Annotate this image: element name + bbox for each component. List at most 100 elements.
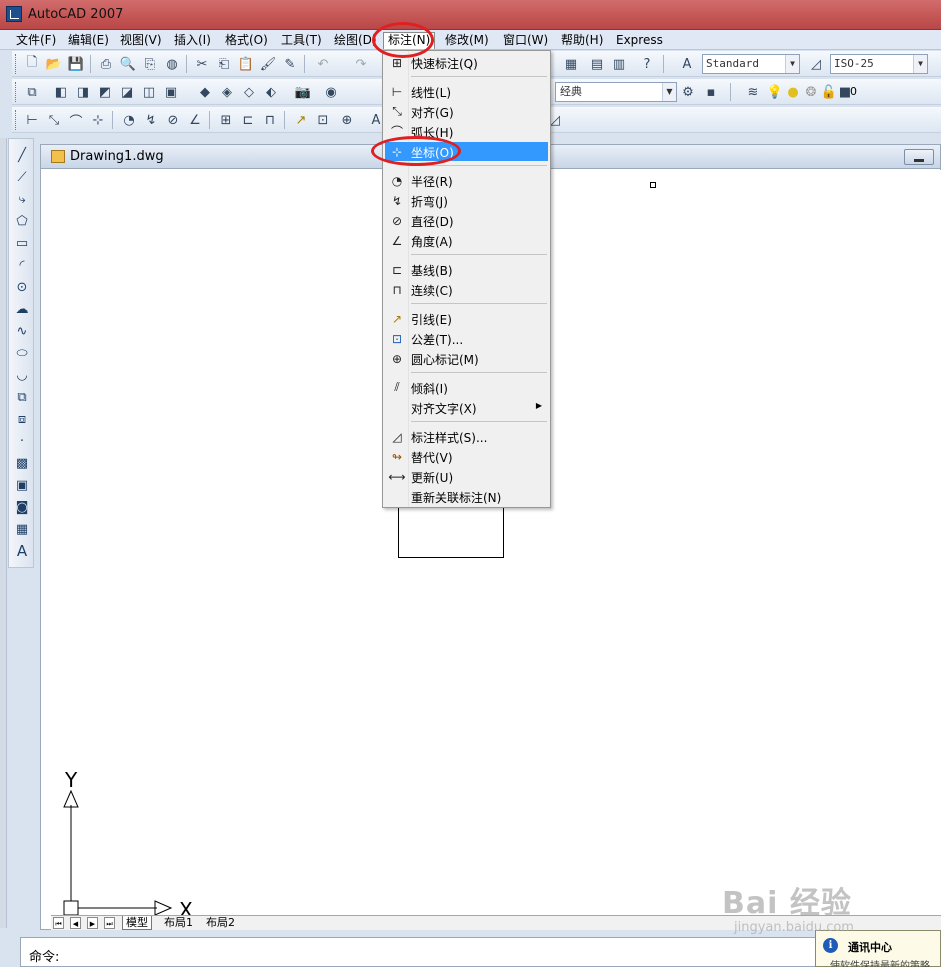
last-tab-icon[interactable]: ⏭ xyxy=(104,917,115,929)
menu-view[interactable]: 视图(V) xyxy=(116,32,166,49)
undo-icon[interactable]: ↶ xyxy=(314,55,332,73)
se-iso-icon[interactable]: ◈ xyxy=(218,83,236,101)
help-icon[interactable]: ? xyxy=(638,55,656,73)
menu-item-override[interactable]: ↬ 替代(V) xyxy=(385,447,548,466)
layer-freeze-icon[interactable]: ● xyxy=(784,83,802,101)
construction-line-icon[interactable]: ⟋ xyxy=(12,167,32,187)
tolerance-dim-icon[interactable]: ⊡ xyxy=(314,111,332,129)
angular-dim-icon[interactable]: ∠ xyxy=(186,111,204,129)
menu-edit[interactable]: 编辑(E) xyxy=(64,32,113,49)
rectangle-icon[interactable]: ▭ xyxy=(12,233,32,253)
workspace-select[interactable]: 经典 ▼ xyxy=(555,82,677,102)
ne-iso-icon[interactable]: ◇ xyxy=(240,83,258,101)
leader-dim-icon[interactable]: ↗ xyxy=(292,111,310,129)
menu-draw[interactable]: 绘图(D) xyxy=(330,32,381,49)
ordinate-dim-icon[interactable]: ⊹ xyxy=(89,111,107,129)
open-icon[interactable]: 📂 xyxy=(45,55,63,73)
back-view-icon[interactable]: ▣ xyxy=(162,83,180,101)
menu-window[interactable]: 窗口(W) xyxy=(499,32,552,49)
minimize-button[interactable] xyxy=(904,149,934,165)
bottom-view-icon[interactable]: ◨ xyxy=(74,83,92,101)
tool-palettes-icon[interactable]: ▤ xyxy=(588,55,606,73)
drawn-rectangle[interactable] xyxy=(398,506,504,558)
text-style-icon[interactable]: A xyxy=(678,55,696,73)
nw-iso-icon[interactable]: ⬖ xyxy=(262,83,280,101)
circle-icon[interactable]: ⊙ xyxy=(12,277,32,297)
menu-dimension[interactable]: 标注(N) xyxy=(383,32,436,49)
menu-insert[interactable]: 插入(I) xyxy=(170,32,215,49)
make-block-icon[interactable]: ⧈ xyxy=(12,409,32,429)
next-tab-icon[interactable]: ▶ xyxy=(87,917,98,929)
toolbar-grip[interactable] xyxy=(15,110,18,130)
calculator-icon[interactable]: ▥ xyxy=(610,55,628,73)
front-view-icon[interactable]: ◫ xyxy=(140,83,158,101)
workspace-icon[interactable]: ⚙ xyxy=(679,83,697,101)
arc-length-dim-icon[interactable]: ⌒ xyxy=(67,111,85,130)
menu-file[interactable]: 文件(F) xyxy=(12,32,60,49)
cut-icon[interactable]: ✂ xyxy=(193,55,211,73)
menu-item-leader[interactable]: ↗ 引线(E) xyxy=(385,309,548,328)
right-view-icon[interactable]: ◪ xyxy=(118,83,136,101)
redo-icon[interactable]: ↷ xyxy=(352,55,370,73)
multiline-text-icon[interactable]: A xyxy=(12,541,32,561)
left-view-icon[interactable]: ◩ xyxy=(96,83,114,101)
menu-item-align-text[interactable]: 对齐文字(X) ▶ xyxy=(385,398,548,417)
menu-item-jogged[interactable]: ↯ 折弯(J) xyxy=(385,191,548,210)
new-icon[interactable]: 🗋 xyxy=(23,55,41,73)
match-properties-icon[interactable]: 🖌 xyxy=(259,55,277,73)
menu-item-reassociate[interactable]: 重新关联标注(N) xyxy=(385,487,548,506)
first-tab-icon[interactable]: ⏮ xyxy=(53,917,64,929)
top-view-icon[interactable]: ◧ xyxy=(52,83,70,101)
menu-item-aligned[interactable]: ⤡ 对齐(G) xyxy=(385,102,548,121)
block-editor-icon[interactable]: ✎ xyxy=(281,55,299,73)
menu-item-update[interactable]: ⟷ 更新(U) xyxy=(385,467,548,486)
hatch-icon[interactable]: ▩ xyxy=(12,453,32,473)
toolbar-grip[interactable] xyxy=(15,82,18,102)
autocad-app-icon[interactable] xyxy=(6,6,22,22)
save-icon[interactable]: 💾 xyxy=(67,55,85,73)
ellipse-arc-icon[interactable]: ◡ xyxy=(12,365,32,385)
gradient-icon[interactable]: ▣ xyxy=(12,475,32,495)
menu-item-diameter[interactable]: ⊘ 直径(D) xyxy=(385,211,548,230)
workspace-settings-icon[interactable]: ◉ xyxy=(322,83,340,101)
table-icon[interactable]: ▦ xyxy=(12,519,32,539)
menu-item-dimension-style[interactable]: ◿ 标注样式(S)... xyxy=(385,427,548,446)
menu-tools[interactable]: 工具(T) xyxy=(277,32,326,49)
plot-preview-icon[interactable]: 🔍 xyxy=(119,55,137,73)
workspace-save-icon[interactable]: ▪ xyxy=(702,83,720,101)
insert-block-icon[interactable]: ⧉ xyxy=(12,387,32,407)
menu-item-quick-dimension[interactable]: ⊞ 快速标注(Q) xyxy=(385,53,548,72)
design-center-icon[interactable]: ▦ xyxy=(562,55,580,73)
spline-icon[interactable]: ∿ xyxy=(12,321,32,341)
ellipse-icon[interactable]: ⬭ xyxy=(12,343,32,363)
layer-on-icon[interactable]: 💡 xyxy=(766,83,784,101)
menu-item-baseline[interactable]: ⊏ 基线(B) xyxy=(385,260,548,279)
menu-format[interactable]: 格式(O) xyxy=(221,32,272,49)
menu-item-linear[interactable]: ⊢ 线性(L) xyxy=(385,82,548,101)
prev-tab-icon[interactable]: ◀ xyxy=(70,917,81,929)
plot-icon[interactable]: ⎙ xyxy=(97,55,115,73)
menu-modify[interactable]: 修改(M) xyxy=(441,32,493,49)
menu-item-tolerance[interactable]: ⊡ 公差(T)... xyxy=(385,329,548,348)
dimension-style-toolbar-icon[interactable]: ◿ xyxy=(807,55,825,73)
polygon-icon[interactable]: ⬠ xyxy=(12,211,32,231)
center-mark-dim-icon[interactable]: ⊕ xyxy=(338,111,356,129)
publish-icon[interactable]: ⎘ xyxy=(141,55,159,73)
layer-name[interactable]: 0 xyxy=(850,85,857,98)
dim-style-select[interactable]: ISO-25 ▼ xyxy=(830,54,928,74)
line-icon[interactable]: ╱ xyxy=(12,145,32,165)
menu-help[interactable]: 帮助(H) xyxy=(557,32,607,49)
linear-dim-icon[interactable]: ⊢ xyxy=(23,111,41,129)
continue-dim-icon[interactable]: ⊓ xyxy=(261,111,279,129)
3d-dwf-icon[interactable]: ◍ xyxy=(163,55,181,73)
menu-item-center-mark[interactable]: ⊕ 圆心标记(M) xyxy=(385,349,548,368)
point-icon[interactable]: · xyxy=(12,431,32,451)
menu-item-ordinate[interactable]: ⊹ 坐标(O) xyxy=(385,142,548,161)
camera-icon[interactable]: 📷 xyxy=(294,83,312,101)
layer-viewport-icon[interactable]: ❂ xyxy=(802,83,820,101)
baseline-dim-icon[interactable]: ⊏ xyxy=(239,111,257,129)
aligned-dim-icon[interactable]: ⤡ xyxy=(45,111,63,129)
layer-manager-icon[interactable]: ≋ xyxy=(744,83,762,101)
polyline-icon[interactable]: ⤷ xyxy=(12,189,32,209)
menu-item-angular[interactable]: ∠ 角度(A) xyxy=(385,231,548,250)
